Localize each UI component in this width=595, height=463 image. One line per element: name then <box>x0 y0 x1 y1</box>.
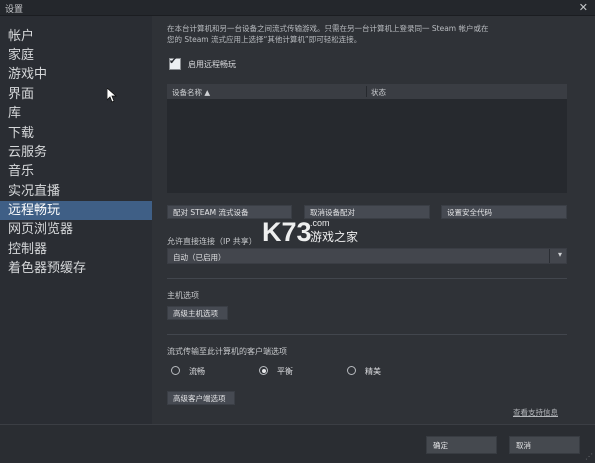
enable-remote-play-label[interactable]: 启用远程畅玩 <box>188 59 236 70</box>
title-bar[interactable]: 设置 ✕ <box>0 0 595 16</box>
sidebar-item-downloads[interactable]: 下载 <box>0 124 152 143</box>
svg-text:K73: K73 <box>262 217 312 247</box>
sidebar-item-remote-play[interactable]: 远程畅玩 <box>0 201 152 220</box>
column-header-status[interactable]: 状态 <box>371 87 386 98</box>
svg-text:.com: .com <box>310 218 330 228</box>
resize-grip-icon[interactable]: ⋰ <box>585 452 593 461</box>
settings-sidebar: 帐户 家庭 游戏中 界面 库 下载 云服务 音乐 实况直播 远程畅玩 网页浏览器… <box>0 16 152 424</box>
footer-bar <box>0 424 595 463</box>
host-options-label: 主机选项 <box>167 291 199 300</box>
sidebar-item-in-game[interactable]: 游戏中 <box>0 65 152 84</box>
radio-balanced[interactable] <box>259 366 268 375</box>
advanced-client-options-button[interactable]: 高级客户端选项 <box>167 391 235 405</box>
sidebar-item-controller[interactable]: 控制器 <box>0 240 152 259</box>
divider <box>167 334 567 335</box>
sidebar-item-music[interactable]: 音乐 <box>0 162 152 181</box>
column-header-device-name[interactable]: 设备名称 ▲ <box>172 87 210 98</box>
description-line-1: 在本台计算机和另一台设备之间流式传输游戏。只需在另一台计算机上登录同一 Stea… <box>167 24 489 33</box>
mouse-cursor-icon <box>106 87 118 107</box>
radio-balanced-label[interactable]: 平衡 <box>277 366 293 377</box>
chevron-down-icon[interactable]: ▾ <box>558 250 562 259</box>
close-icon[interactable]: ✕ <box>579 0 588 15</box>
set-security-code-button[interactable]: 设置安全代码 <box>441 205 567 219</box>
sidebar-item-web-browser[interactable]: 网页浏览器 <box>0 220 152 239</box>
radio-fast-label[interactable]: 流畅 <box>189 366 205 377</box>
svg-text:游戏之家: 游戏之家 <box>310 229 358 244</box>
enable-remote-play-checkbox[interactable]: ✔ <box>169 56 181 70</box>
radio-fast[interactable] <box>171 366 180 375</box>
window-title: 设置 <box>5 5 24 15</box>
client-options-label: 流式传输至此计算机的客户端选项 <box>167 347 287 356</box>
sidebar-item-interface[interactable]: 界面 <box>0 85 152 104</box>
remote-play-description: 在本台计算机和另一台设备之间流式传输游戏。只需在另一台计算机上登录同一 Stea… <box>167 23 577 45</box>
radio-beautiful-label[interactable]: 精美 <box>365 366 381 377</box>
direct-connection-label: 允许直接连接（IP 共享） <box>167 237 257 246</box>
ok-button[interactable]: 确定 <box>426 436 497 454</box>
direct-connection-value: 自动（已启用） <box>173 253 226 262</box>
select-divider <box>549 249 550 263</box>
divider <box>167 278 567 279</box>
settings-window: 设置 ✕ 帐户 家庭 游戏中 界面 库 下载 云服务 音乐 实况直播 远程畅玩 … <box>0 0 595 463</box>
sidebar-item-family[interactable]: 家庭 <box>0 46 152 65</box>
sidebar-item-shader-cache[interactable]: 着色器预缓存 <box>0 259 152 278</box>
checkmark-icon: ✔ <box>169 56 178 67</box>
k73-watermark-logo: K73 .com 游戏之家 <box>262 215 372 251</box>
sidebar-item-library[interactable]: 库 <box>0 104 152 123</box>
sidebar-item-account[interactable]: 帐户 <box>0 27 152 46</box>
column-divider <box>366 86 367 97</box>
device-table-header: 设备名称 ▲ 状态 <box>167 84 567 99</box>
cancel-button[interactable]: 取消 <box>509 436 580 454</box>
device-table: 设备名称 ▲ 状态 <box>167 84 567 193</box>
description-line-2: 您的 Steam 流式应用上选择“其他计算机”即可轻松连接。 <box>167 35 362 44</box>
remote-play-panel <box>152 16 595 424</box>
radio-beautiful[interactable] <box>347 366 356 375</box>
support-info-link[interactable]: 查看支持信息 <box>513 407 558 418</box>
radio-selected-dot <box>261 368 266 373</box>
sidebar-item-cloud[interactable]: 云服务 <box>0 143 152 162</box>
advanced-host-options-button[interactable]: 高级主机选项 <box>167 306 228 320</box>
sidebar-item-broadcasting[interactable]: 实况直播 <box>0 182 152 201</box>
